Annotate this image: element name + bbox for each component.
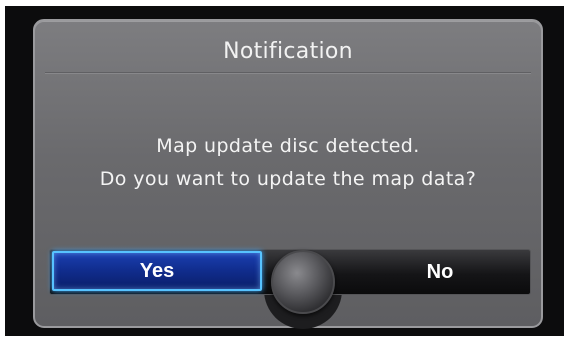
display-screen: Notification Map update disc detected. D…	[5, 6, 564, 336]
yes-button[interactable]: Yes	[52, 251, 262, 291]
message-line-2: Do you want to update the map data?	[99, 168, 477, 190]
no-button[interactable]: No	[350, 250, 530, 294]
dialog-message: Map update disc detected. Do you want to…	[35, 130, 541, 196]
notification-dialog: Notification Map update disc detected. D…	[33, 19, 543, 329]
message-line-1: Map update disc detected.	[156, 135, 420, 157]
title-divider	[45, 72, 531, 74]
selector-knob-icon[interactable]	[271, 250, 335, 314]
dialog-title: Notification	[223, 39, 353, 64]
